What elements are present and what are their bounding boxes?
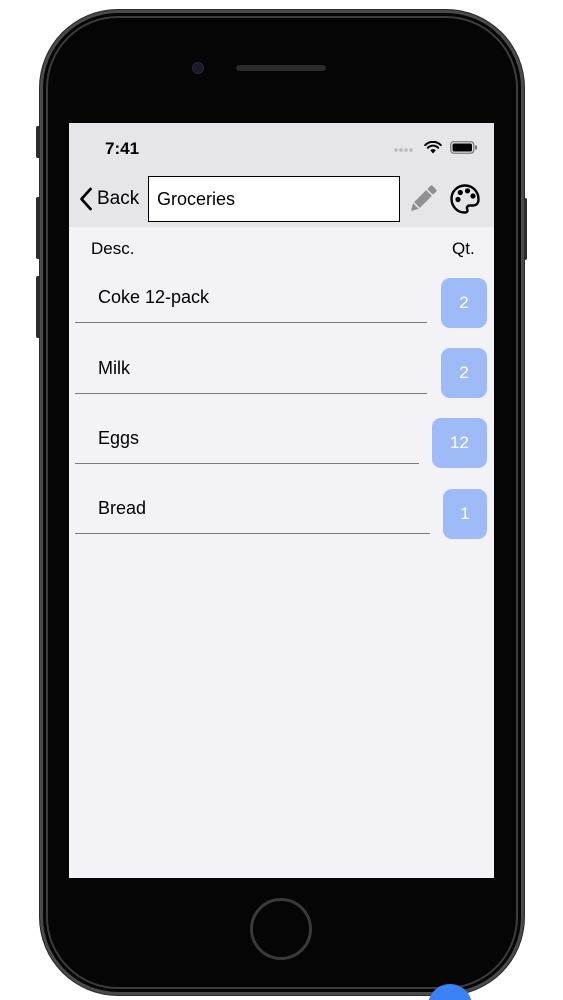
quantity-button[interactable]: 2 (441, 348, 487, 398)
row-divider (75, 393, 427, 394)
item-description[interactable]: Eggs (98, 428, 139, 449)
list-title-input[interactable] (148, 176, 400, 222)
signal-icon (394, 147, 413, 152)
palette-icon (450, 184, 480, 214)
edit-button[interactable] (406, 181, 440, 217)
status-bar: 7:41 (69, 123, 494, 173)
chevron-left-icon (80, 187, 92, 211)
status-time: 7:41 (105, 139, 140, 158)
row-divider (75, 533, 430, 534)
home-button[interactable] (250, 898, 312, 960)
status-indicators (394, 141, 478, 154)
item-description[interactable]: Milk (98, 358, 130, 379)
quantity-button[interactable]: 12 (432, 418, 487, 468)
row-divider (75, 463, 419, 464)
column-header-desc: Desc. (91, 239, 135, 258)
color-palette-button[interactable] (449, 183, 481, 215)
device-frame-stage: 7:41 Back Groceries Desc. Qt. Coke 12-pa… (0, 0, 563, 1000)
battery-icon (450, 141, 477, 154)
row-divider (75, 322, 427, 323)
navigation-bar: Back (69, 173, 494, 227)
column-header-qty: Qt. (452, 239, 475, 258)
app-screen: 7:41 Back Groceries Desc. Qt. Coke 12-pa… (69, 123, 494, 878)
item-description[interactable]: Coke 12-pack (98, 287, 209, 308)
wifi-icon (424, 141, 442, 154)
item-description[interactable]: Bread (98, 498, 146, 519)
quantity-button[interactable]: 2 (441, 278, 487, 328)
back-button[interactable]: Back (79, 184, 139, 214)
earpiece-speaker (236, 65, 326, 71)
front-camera (192, 62, 204, 74)
quantity-button[interactable]: 1 (443, 489, 487, 539)
pencil-icon (410, 185, 437, 212)
back-label: Back (97, 188, 140, 209)
